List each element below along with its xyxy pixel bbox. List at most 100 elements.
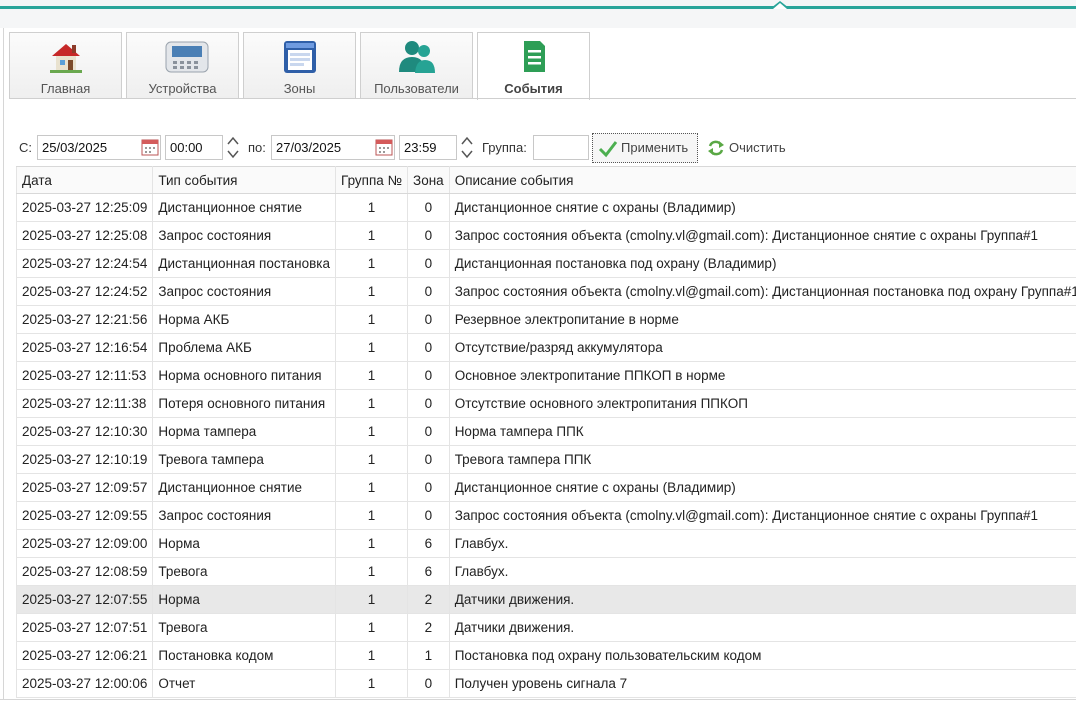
cell-zone: 0	[407, 277, 450, 306]
cell-zone: 0	[407, 361, 450, 390]
table-row[interactable]: 2025-03-27 12:00:06 Отчет 1 0 Получен уровен…	[15, 669, 1076, 698]
tab-label: Устройства	[148, 81, 217, 96]
cell-zone: 0	[407, 249, 450, 278]
cell-group: 1	[335, 557, 409, 586]
table-row[interactable]: 2025-03-27 12:07:51 Тревога 1 2 Датчики движ…	[15, 613, 1076, 642]
cell-group: 1	[335, 641, 409, 670]
cell-event-type: Норма основного питания	[152, 361, 337, 390]
cell-zone: 0	[407, 445, 450, 474]
cell-zone: 0	[407, 193, 450, 222]
cell-group: 1	[335, 669, 409, 698]
tab-label: Главная	[40, 81, 91, 96]
cell-group: 1	[335, 529, 409, 558]
calendar-icon[interactable]	[375, 138, 393, 156]
table-row[interactable]: 2025-03-27 12:08:59 Тревога 1 6 Главбух.	[15, 557, 1076, 586]
cell-description: Датчики движения.	[449, 585, 1076, 614]
cell-group: 1	[335, 249, 409, 278]
events-table: Дата Тип события Группа № Зона Описание …	[15, 166, 1076, 698]
from-time-spinner[interactable]	[226, 135, 240, 160]
table-row[interactable]: 2025-03-27 12:06:21 Постановка кодом 1 1 Пос…	[15, 641, 1076, 670]
cell-description: Запрос состояния объекта (cmolny.vl@gmai…	[449, 501, 1076, 530]
apply-button[interactable]: Применить	[592, 133, 698, 163]
cell-event-type: Норма тампера	[152, 417, 337, 446]
table-row[interactable]: 2025-03-27 12:09:00 Норма 1 6 Главбух.	[15, 529, 1076, 558]
table-row[interactable]: 2025-03-27 12:10:30 Норма тампера 1 0 Норма …	[15, 417, 1076, 446]
column-header-description[interactable]: Описание события	[449, 166, 1076, 194]
table-row[interactable]: 2025-03-27 12:10:19 Тревога тампера 1 0 Трев…	[15, 445, 1076, 474]
cell-group: 1	[335, 193, 409, 222]
cell-event-type: Норма	[152, 585, 337, 614]
cell-event-type: Отчет	[152, 669, 337, 698]
cell-group: 1	[335, 613, 409, 642]
table-row[interactable]: 2025-03-27 12:21:56 Норма АКБ 1 0 Резервное …	[15, 305, 1076, 334]
to-time-spinner[interactable]	[460, 135, 474, 160]
tab-home[interactable]: Главная	[9, 32, 122, 98]
cell-event-type: Норма АКБ	[152, 305, 337, 334]
to-time-input[interactable]: 23:59	[399, 135, 457, 160]
cell-description: Тревога тампера ППК	[449, 445, 1076, 474]
cell-date: 2025-03-27 12:24:52	[15, 277, 154, 306]
group-label: Группа:	[482, 140, 527, 155]
cell-description: Резервное электропитание в норме	[449, 305, 1076, 334]
calendar-icon[interactable]	[141, 138, 159, 156]
cell-date: 2025-03-27 12:06:21	[15, 641, 154, 670]
table-row[interactable]: 2025-03-27 12:11:38 Потеря основного пита…	[15, 389, 1076, 418]
table-row[interactable]: 2025-03-27 12:24:52 Запрос состояния 1 0 Зап…	[15, 277, 1076, 306]
tab-users[interactable]: Пользователи	[360, 32, 473, 98]
cell-date: 2025-03-27 12:07:51	[15, 613, 154, 642]
table-row[interactable]: 2025-03-27 12:09:57 Дистанционное снятие 1…	[15, 473, 1076, 502]
cell-date: 2025-03-27 12:21:56	[15, 305, 154, 334]
table-row[interactable]: 2025-03-27 12:25:09 Дистанционное снятие 1…	[15, 193, 1076, 222]
tab-label: Зоны	[283, 81, 316, 96]
column-header-group[interactable]: Группа №	[335, 166, 409, 194]
cell-event-type: Потеря основного питания	[152, 389, 337, 418]
cell-date: 2025-03-27 12:11:38	[15, 389, 154, 418]
column-header-event-type[interactable]: Тип события	[152, 166, 337, 194]
checkmark-icon	[598, 141, 618, 158]
events-document-icon	[514, 38, 554, 76]
cell-zone: 6	[407, 529, 450, 558]
cell-zone: 0	[407, 669, 450, 698]
tab-zones[interactable]: Зоны	[243, 32, 356, 98]
table-row[interactable]: 2025-03-27 12:25:08 Запрос состояния 1 0 Зап…	[15, 221, 1076, 250]
clear-button[interactable]: Очистить	[707, 133, 807, 163]
table-row[interactable]: 2025-03-27 12:11:53 Норма основного питан…	[15, 361, 1076, 390]
cell-zone: 0	[407, 389, 450, 418]
cell-group: 1	[335, 333, 409, 362]
cell-description: Дистанционное снятие с охраны (Владимир)	[449, 473, 1076, 502]
tab-label: Пользователи	[374, 81, 459, 96]
table-row[interactable]: 2025-03-27 12:24:54 Дистанционная постано…	[15, 249, 1076, 278]
cell-description: Получен уровень сигнала 7	[449, 669, 1076, 698]
cell-description: Главбух.	[449, 557, 1076, 586]
cell-description: Датчики движения.	[449, 613, 1076, 642]
cell-date: 2025-03-27 12:07:55	[15, 585, 154, 614]
column-header-date[interactable]: Дата	[15, 166, 154, 194]
cell-zone: 6	[407, 557, 450, 586]
column-header-zone[interactable]: Зона	[407, 166, 450, 194]
cell-zone: 0	[407, 473, 450, 502]
cell-description: Норма тампера ППК	[449, 417, 1076, 446]
cell-group: 1	[335, 501, 409, 530]
from-time-input[interactable]: 00:00	[165, 135, 223, 160]
zones-window-icon	[280, 38, 320, 76]
table-row[interactable]: 2025-03-27 12:07:55 Норма 1 2 Датчики движен…	[15, 585, 1076, 614]
table-row[interactable]: 2025-03-27 12:09:55 Запрос состояния 1 0 Зап…	[15, 501, 1076, 530]
from-label: С:	[19, 140, 32, 155]
device-panel-icon	[163, 38, 208, 76]
table-row[interactable]: 2025-03-27 12:16:54 Проблема АКБ 1 0 Отсутст…	[15, 333, 1076, 362]
cell-date: 2025-03-27 12:10:19	[15, 445, 154, 474]
filter-bar: С: 25/03/2025 00:00 по: 27/03/2025 23:59…	[19, 133, 1076, 163]
cell-date: 2025-03-27 12:09:00	[15, 529, 154, 558]
cell-description: Дистанционная постановка под охрану (Вла…	[449, 249, 1076, 278]
cell-date: 2025-03-27 12:09:55	[15, 501, 154, 530]
tab-events[interactable]: События	[477, 32, 590, 100]
cell-event-type: Тревога тампера	[152, 445, 337, 474]
cell-group: 1	[335, 389, 409, 418]
cell-date: 2025-03-27 12:24:54	[15, 249, 154, 278]
tab-devices[interactable]: Устройства	[126, 32, 239, 98]
group-input[interactable]	[533, 135, 589, 160]
cell-date: 2025-03-27 12:00:06	[15, 669, 154, 698]
cell-group: 1	[335, 361, 409, 390]
cell-event-type: Дистанционное снятие	[152, 193, 337, 222]
cell-event-type: Тревога	[152, 557, 337, 586]
